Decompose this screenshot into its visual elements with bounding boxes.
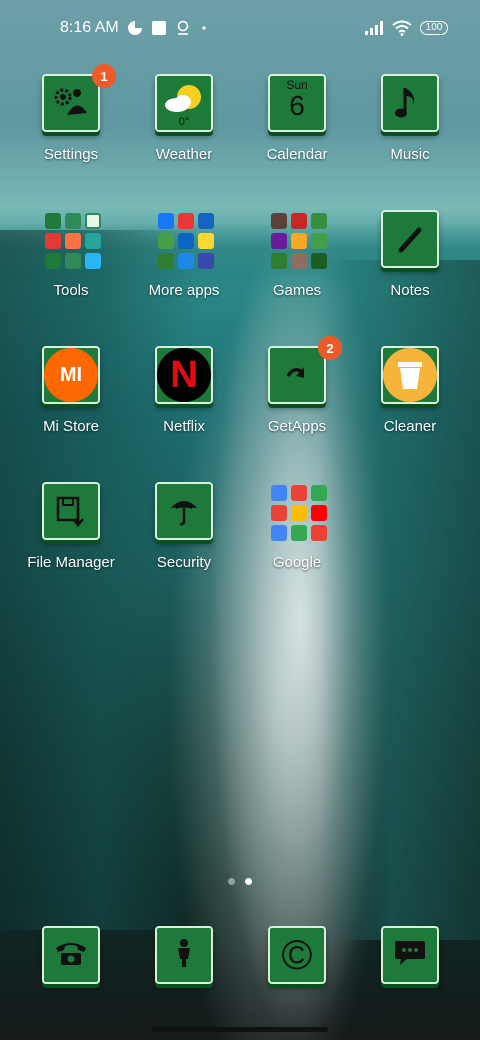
app-label: GetApps [267, 418, 327, 435]
mi-logo: MI [44, 348, 98, 402]
app-security[interactable]: Security [128, 482, 240, 571]
app-label: Google [272, 554, 322, 571]
games-folder-icon [268, 210, 327, 269]
app-games[interactable]: Games [241, 210, 353, 299]
app-file-manager[interactable]: File Manager [15, 482, 127, 571]
contacts-person-icon [172, 937, 196, 974]
app-getapps[interactable]: 2 GetApps [241, 336, 353, 435]
messages-icon [393, 938, 427, 973]
page-indicator [0, 878, 480, 885]
umbrella-icon [155, 482, 213, 540]
app-label: Calendar [266, 146, 328, 163]
app-tools[interactable]: Tools [15, 210, 127, 299]
pen-icon [381, 210, 439, 268]
getapps-icon: 2 [268, 336, 342, 404]
calendar-date: 6 [289, 90, 305, 121]
square-notification-icon [151, 20, 167, 36]
app-label: Tools [53, 282, 89, 299]
dock-phone[interactable] [42, 926, 100, 984]
netflix-logo: N [157, 348, 211, 402]
settings-icon: 1 [42, 64, 116, 132]
app-calendar[interactable]: Sun 6 Calendar [241, 74, 353, 163]
wifi-icon [392, 20, 412, 36]
app-more-apps[interactable]: More apps [128, 210, 240, 299]
wallpaper-left-cliff [0, 230, 200, 930]
battery-icon: 100 [420, 21, 448, 35]
app-label: Cleaner [383, 418, 437, 435]
app-label: Games [272, 282, 322, 299]
dock-messages[interactable] [381, 926, 439, 984]
calendar-icon: Sun 6 [268, 74, 326, 132]
google-folder-icon [268, 482, 327, 541]
page-dot-active[interactable] [245, 878, 252, 885]
status-time: 8:16 AM [60, 19, 119, 36]
app-music[interactable]: Music [354, 74, 466, 163]
notification-badge: 1 [92, 64, 116, 88]
page-dot[interactable] [228, 878, 235, 885]
app-label: File Manager [27, 554, 115, 571]
home-gesture-bar[interactable] [152, 1027, 328, 1032]
app-label: Mi Store [43, 418, 99, 435]
app-label: Security [156, 554, 212, 571]
file-manager-icon [42, 482, 100, 540]
weather-icon: 0° [155, 74, 213, 132]
weather-temp: 0° [178, 116, 190, 128]
app-netflix[interactable]: N Netflix [128, 346, 240, 435]
mi-store-icon: MI [42, 346, 100, 404]
signal-icon [364, 21, 384, 35]
app-mi-store[interactable]: MI Mi Store [15, 346, 127, 435]
dock-browser[interactable]: © [268, 926, 326, 984]
app-weather[interactable]: 0° Weather [128, 74, 240, 163]
copyright-browser-icon: © [281, 931, 313, 978]
music-note-icon [381, 74, 439, 132]
tools-folder-icon [42, 210, 101, 269]
more-apps-folder-icon [155, 210, 214, 269]
app-label: More apps [148, 282, 220, 299]
app-label: Music [390, 146, 430, 163]
app-label: Weather [155, 146, 213, 163]
app-label: Settings [43, 146, 99, 163]
app-label: Netflix [163, 418, 205, 435]
app-settings[interactable]: 1 Settings [15, 64, 127, 163]
data-saver-icon [127, 20, 143, 36]
netflix-icon: N [155, 346, 213, 404]
app-notes[interactable]: Notes [354, 210, 466, 299]
dock-contacts[interactable] [155, 926, 213, 984]
notification-badge: 2 [318, 336, 342, 360]
status-bar: 8:16 AM 100 [0, 0, 480, 56]
cleaner-icon [381, 346, 439, 404]
lens-icon [175, 20, 191, 36]
app-google[interactable]: Google [241, 482, 353, 571]
dot-icon [199, 20, 209, 36]
app-label: Notes [390, 282, 430, 299]
app-cleaner[interactable]: Cleaner [354, 346, 466, 435]
phone-icon [54, 938, 88, 973]
